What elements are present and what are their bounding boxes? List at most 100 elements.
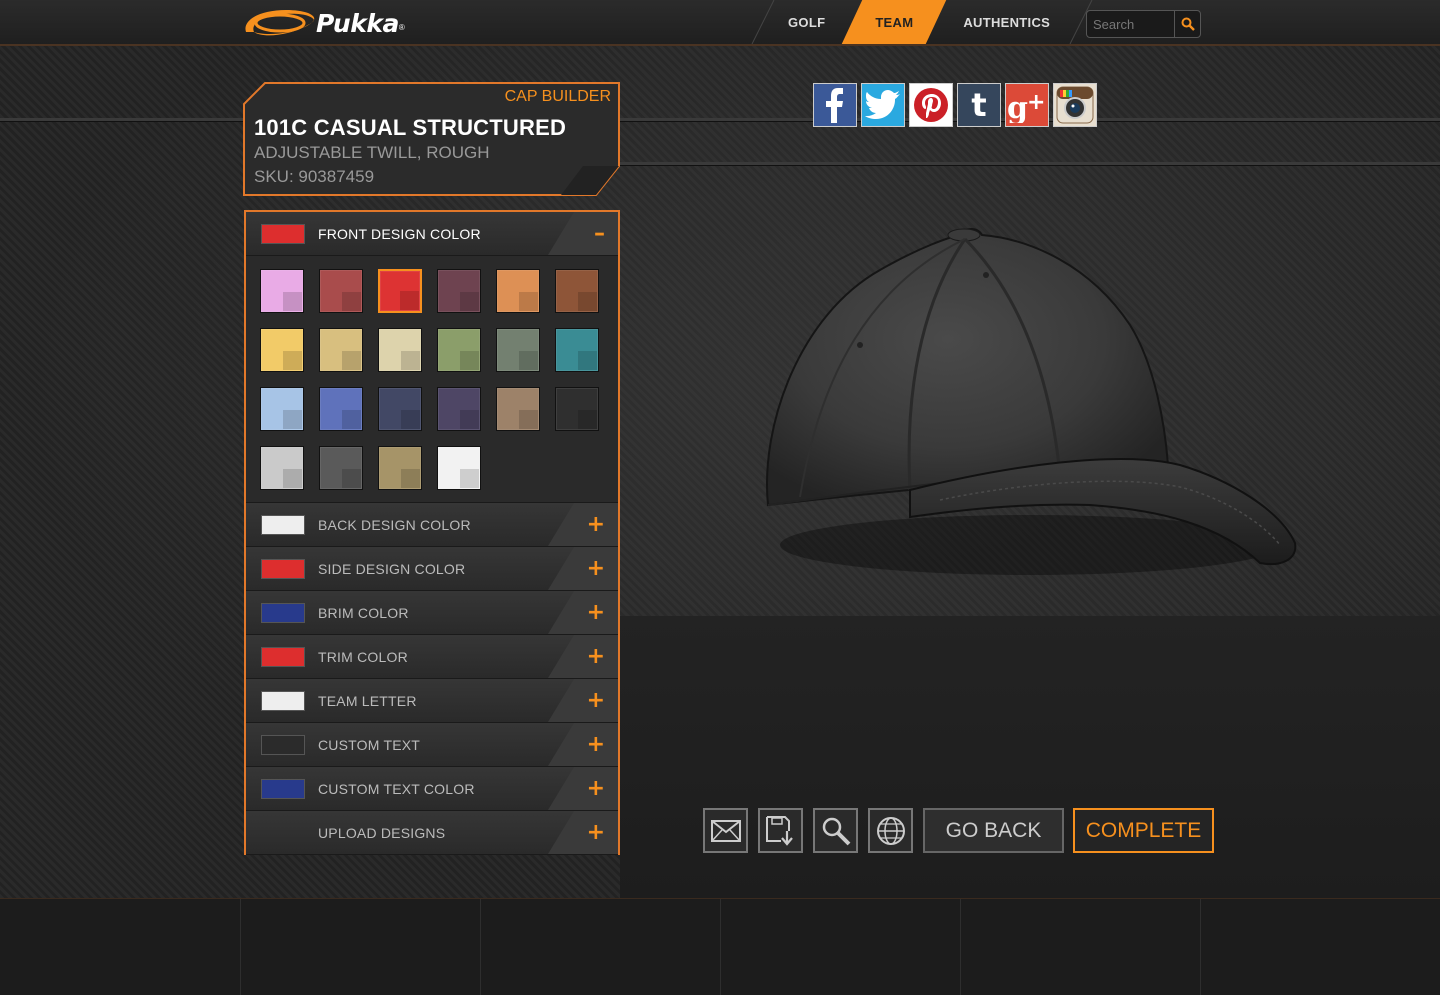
svg-text:g: g (1007, 91, 1028, 123)
nav-team[interactable]: TEAM (850, 0, 938, 44)
color-swatch[interactable] (260, 269, 304, 313)
stage-divider (0, 118, 1440, 121)
envelope-glyph (710, 819, 741, 842)
stage-divider-right (620, 162, 1440, 165)
save-icon[interactable] (758, 808, 803, 853)
email-icon[interactable] (703, 808, 748, 853)
collapse-icon[interactable]: – (594, 222, 605, 245)
product-card: CAP BUILDER 101C CASUAL STRUCTURED ADJUS… (243, 82, 620, 196)
color-swatch[interactable] (260, 387, 304, 431)
search-input[interactable] (1087, 11, 1174, 37)
expand-icon[interactable]: + (587, 777, 605, 800)
section-chip (261, 778, 305, 799)
color-swatch[interactable] (319, 446, 363, 490)
color-swatch[interactable] (496, 328, 540, 372)
color-swatch[interactable] (319, 328, 363, 372)
search-box (1086, 10, 1201, 38)
stage-floor (620, 616, 1440, 898)
color-swatch[interactable] (555, 269, 599, 313)
color-swatch[interactable] (496, 269, 540, 313)
section-label: BACK DESIGN COLOR (318, 516, 471, 533)
color-swatch-grid (246, 256, 618, 503)
expand-icon[interactable]: + (587, 689, 605, 712)
globe-glyph (876, 816, 905, 845)
google-plus-glyph: g + (1007, 90, 1045, 123)
globe-icon[interactable] (868, 808, 913, 853)
color-swatch[interactable] (378, 269, 422, 313)
pukka-logo[interactable]: Pukka ® (240, 6, 405, 40)
section-label: SIDE DESIGN COLOR (318, 560, 466, 577)
registered-mark: ® (398, 23, 405, 32)
facebook-icon[interactable] (813, 83, 857, 127)
product-description: ADJUSTABLE TWILL, ROUGH (254, 143, 490, 162)
section-chip (261, 646, 305, 667)
swoosh-icon (245, 10, 315, 36)
footer-divider (1200, 899, 1201, 995)
site-footer (0, 898, 1440, 995)
section-upload-designs[interactable]: UPLOAD DESIGNS + (246, 811, 618, 855)
section-side-design-color[interactable]: SIDE DESIGN COLOR + (246, 547, 618, 591)
color-swatch[interactable] (437, 387, 481, 431)
twitter-icon[interactable] (861, 83, 905, 127)
section-chip (261, 558, 305, 579)
google-plus-icon[interactable]: g + (1005, 83, 1049, 127)
section-label: FRONT DESIGN COLOR (318, 225, 481, 242)
color-swatch[interactable] (555, 328, 599, 372)
color-swatch[interactable] (437, 446, 481, 490)
twitter-glyph (865, 90, 900, 119)
section-brim-color[interactable]: BRIM COLOR + (246, 591, 618, 635)
color-swatch[interactable] (378, 328, 422, 372)
instagram-icon[interactable] (1053, 83, 1097, 127)
color-swatch[interactable] (260, 328, 304, 372)
section-chip (261, 690, 305, 711)
section-front-design-color[interactable]: FRONT DESIGN COLOR – (246, 212, 618, 256)
color-swatch[interactable] (319, 387, 363, 431)
section-label: CUSTOM TEXT COLOR (318, 780, 475, 797)
nav-golf[interactable]: GOLF (745, 0, 850, 44)
color-swatch[interactable] (378, 446, 422, 490)
section-chip (261, 734, 305, 755)
expand-icon[interactable]: + (587, 557, 605, 580)
section-label: TEAM LETTER (318, 692, 417, 709)
cap-builder-label: CAP BUILDER (504, 88, 611, 105)
product-name: 101C CASUAL STRUCTURED (254, 115, 567, 140)
site-header: Pukka ® GOLF TEAM AUTHENTICS (0, 0, 1440, 46)
search-button[interactable] (1174, 11, 1200, 37)
section-back-design-color[interactable]: BACK DESIGN COLOR + (246, 503, 618, 547)
expand-icon[interactable]: + (587, 821, 605, 844)
expand-icon[interactable]: + (587, 601, 605, 624)
magnifier-glyph (822, 817, 850, 845)
color-swatch[interactable] (496, 387, 540, 431)
brand-name: Pukka (316, 8, 399, 38)
pinterest-icon[interactable] (909, 83, 953, 127)
expand-icon[interactable]: + (587, 733, 605, 756)
magnifier-icon (1181, 17, 1195, 31)
color-swatch[interactable] (319, 269, 363, 313)
social-share-bar: t g + (813, 83, 1097, 127)
section-custom-text[interactable]: CUSTOM TEXT + (246, 723, 618, 767)
complete-button[interactable]: COMPLETE (1073, 808, 1214, 853)
section-label: BRIM COLOR (318, 604, 409, 621)
expand-icon[interactable]: + (587, 513, 605, 536)
go-back-button[interactable]: GO BACK (923, 808, 1064, 853)
color-swatch[interactable] (260, 446, 304, 490)
product-sku: SKU: 90387459 (254, 167, 375, 186)
expand-icon[interactable]: + (587, 645, 605, 668)
section-team-letter[interactable]: TEAM LETTER + (246, 679, 618, 723)
color-swatch[interactable] (437, 269, 481, 313)
facebook-glyph (826, 88, 843, 123)
section-label: CUSTOM TEXT (318, 736, 421, 753)
section-custom-text-color[interactable]: CUSTOM TEXT COLOR + (246, 767, 618, 811)
zoom-icon[interactable] (813, 808, 858, 853)
nav-authentics[interactable]: AUTHENTICS (938, 0, 1075, 44)
tumblr-icon[interactable]: t (957, 83, 1001, 127)
color-swatch[interactable] (555, 387, 599, 431)
pinterest-glyph (914, 88, 948, 122)
section-chip (261, 223, 305, 244)
color-swatch[interactable] (437, 328, 481, 372)
color-swatch[interactable] (378, 387, 422, 431)
tumblr-glyph: t (971, 86, 987, 124)
cap-preview (766, 228, 1297, 575)
section-chip (261, 602, 305, 623)
section-trim-color[interactable]: TRIM COLOR + (246, 635, 618, 679)
